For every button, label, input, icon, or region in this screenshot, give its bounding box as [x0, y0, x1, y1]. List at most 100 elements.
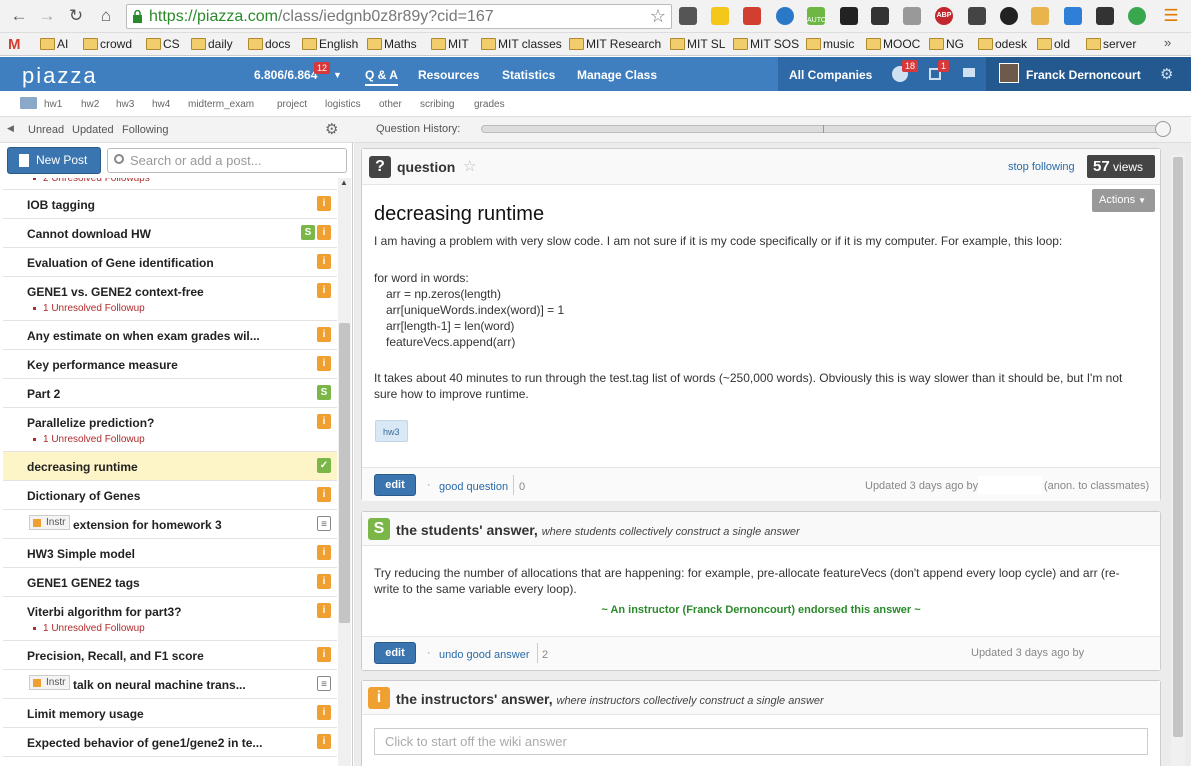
- feed-item[interactable]: Evaluation of Gene identification i: [3, 248, 337, 277]
- bookmark-folder[interactable]: AI: [40, 37, 68, 51]
- bookmark-folder[interactable]: MOOC: [866, 37, 920, 51]
- folder-hw3[interactable]: hw3: [116, 99, 134, 110]
- folder-logistics[interactable]: logistics: [325, 99, 361, 110]
- folder-scribing[interactable]: scribing: [420, 99, 454, 110]
- bookmark-folder[interactable]: NG: [929, 37, 964, 51]
- piazza-logo[interactable]: piazza: [22, 63, 98, 89]
- extension-icon[interactable]: [1128, 7, 1146, 25]
- feed-item[interactable]: GENE1 vs. GENE2 context-free 1 Unresolved…: [3, 277, 337, 321]
- bookmark-star-icon[interactable]: ☆: [650, 5, 666, 28]
- bookmark-folder[interactable]: MIT: [431, 37, 469, 51]
- folder-midterm-exam[interactable]: midterm_exam: [188, 99, 254, 110]
- extension-icon[interactable]: [1031, 7, 1049, 25]
- bookmark-folder[interactable]: MIT SL: [670, 37, 725, 51]
- feed-item[interactable]: Dictionary of Genes i: [3, 481, 337, 510]
- bookmark-folder[interactable]: English: [302, 37, 358, 51]
- extension-icon[interactable]: [1064, 7, 1082, 25]
- extension-icon[interactable]: [903, 7, 921, 25]
- reload-icon[interactable]: ↻: [65, 5, 87, 27]
- search-input[interactable]: Search or add a post...: [107, 148, 347, 173]
- feed-item[interactable]: Parallelize prediction? 1 Unresolved Foll…: [3, 408, 337, 452]
- post-scrollbar[interactable]: [1171, 155, 1185, 766]
- feed-item[interactable]: Precision, Recall, and F1 score i: [3, 641, 337, 670]
- forward-icon[interactable]: →: [36, 5, 58, 27]
- collapse-icon[interactable]: ◀: [7, 123, 14, 134]
- bookmark-folder[interactable]: crowd: [83, 37, 132, 51]
- gmail-extension-icon[interactable]: [743, 7, 761, 25]
- folder-grades[interactable]: grades: [474, 99, 505, 110]
- chevron-down-icon[interactable]: ▼: [333, 70, 342, 80]
- feed-item[interactable]: Expected behavior of gene1/gene2 in te..…: [3, 728, 337, 757]
- feed-item[interactable]: GENE1 GENE2 tags i: [3, 568, 337, 597]
- folder-hw1[interactable]: hw1: [44, 99, 62, 110]
- new-post-button[interactable]: New Post: [7, 147, 101, 174]
- good-question-link[interactable]: good question: [439, 481, 508, 493]
- feed-item[interactable]: Viterbi algorithm for part3? 1 Unresolved…: [3, 597, 337, 641]
- filter-updated[interactable]: Updated: [72, 124, 114, 136]
- chat-icon[interactable]: [963, 68, 975, 77]
- feed-item[interactable]: IOB tagging i: [3, 190, 337, 219]
- stop-following-link[interactable]: stop following: [1008, 161, 1075, 173]
- course-selector[interactable]: 6.806/6.864: [254, 68, 317, 82]
- folder-hw2[interactable]: hw2: [81, 99, 99, 110]
- more-bookmarks-icon[interactable]: »: [1164, 35, 1171, 50]
- folder-project[interactable]: project: [277, 99, 307, 110]
- bookmark-folder[interactable]: old: [1037, 37, 1070, 51]
- feed-item[interactable]: Instr talk on neural machine trans... ≡: [3, 670, 337, 699]
- tab-resources[interactable]: Resources: [418, 68, 479, 82]
- actions-button[interactable]: Actions ▼: [1092, 189, 1155, 212]
- feed-item[interactable]: decreasing runtime ✓: [3, 452, 337, 481]
- auto-extension-icon[interactable]: AUTO: [807, 7, 826, 25]
- bookmark-folder[interactable]: MIT Research: [569, 37, 661, 51]
- folder-hw4[interactable]: hw4: [152, 99, 170, 110]
- feed-item[interactable]: Key performance measure i: [3, 350, 337, 379]
- bookmark-folder[interactable]: MIT SOS: [733, 37, 799, 51]
- adblock-icon[interactable]: ABP: [935, 7, 953, 25]
- filter-following[interactable]: Following: [122, 124, 168, 136]
- edit-question-button[interactable]: edit: [374, 474, 416, 496]
- bookmark-folder[interactable]: odesk: [978, 37, 1027, 51]
- feed-item[interactable]: Any estimate on when exam grades wil... i: [3, 321, 337, 350]
- extension-icon[interactable]: [1096, 7, 1114, 25]
- bookmark-folder[interactable]: daily: [191, 37, 233, 51]
- bookmark-folder[interactable]: docs: [248, 37, 290, 51]
- star-icon[interactable]: ☆: [463, 157, 476, 175]
- tab-statistics[interactable]: Statistics: [502, 68, 555, 82]
- home-icon[interactable]: ⌂: [95, 5, 117, 27]
- gear-icon[interactable]: ⚙: [1160, 65, 1173, 83]
- scroll-up-icon[interactable]: ▲: [340, 178, 348, 187]
- edit-students-answer-button[interactable]: edit: [374, 642, 416, 664]
- bookmark-folder[interactable]: server: [1086, 37, 1136, 51]
- feed-scrollbar[interactable]: ▲: [338, 178, 351, 766]
- back-icon[interactable]: ←: [8, 5, 30, 27]
- menu-icon[interactable]: ☰: [1160, 5, 1182, 27]
- bookmark-folder[interactable]: music: [806, 37, 854, 51]
- extension-icon[interactable]: [776, 7, 794, 25]
- bookmark-folder[interactable]: CS: [146, 37, 180, 51]
- feed-item[interactable]: HW3 Simple model i: [3, 539, 337, 568]
- extension-icon[interactable]: [840, 7, 858, 25]
- user-menu[interactable]: Franck Dernoncourt ⚙: [986, 57, 1191, 91]
- undo-good-answer-link[interactable]: undo good answer: [439, 649, 530, 661]
- feed-settings-gear-icon[interactable]: ⚙: [325, 120, 338, 138]
- feed-scroll-thumb[interactable]: [339, 323, 350, 623]
- extension-icon[interactable]: [1000, 7, 1018, 25]
- address-bar[interactable]: https://piazza.com/class/iedgnb0z8r89y?c…: [126, 4, 672, 29]
- feed-item-partial[interactable]: 2 Unresolved Followups: [3, 178, 337, 190]
- gmail-bookmark-icon[interactable]: M: [8, 36, 21, 53]
- tab-qa[interactable]: Q & A: [365, 68, 398, 86]
- tab-manage-class[interactable]: Manage Class: [577, 68, 657, 82]
- history-slider-handle[interactable]: [1155, 121, 1171, 137]
- feed-item[interactable]: Cannot download HW i S: [3, 219, 337, 248]
- folder-icon[interactable]: [20, 97, 37, 109]
- bookmark-folder[interactable]: MIT classes: [481, 37, 562, 51]
- bookmark-folder[interactable]: Maths: [367, 37, 417, 51]
- feed-item[interactable]: Part 2 S: [3, 379, 337, 408]
- extension-icon[interactable]: [871, 7, 889, 25]
- wiki-answer-input[interactable]: Click to start off the wiki answer: [374, 728, 1148, 755]
- tag-hw3[interactable]: hw3: [375, 420, 408, 442]
- post-scroll-thumb[interactable]: [1173, 157, 1183, 737]
- history-slider[interactable]: [481, 125, 1163, 133]
- extension-icon[interactable]: [968, 7, 986, 25]
- extension-icon[interactable]: [679, 7, 697, 25]
